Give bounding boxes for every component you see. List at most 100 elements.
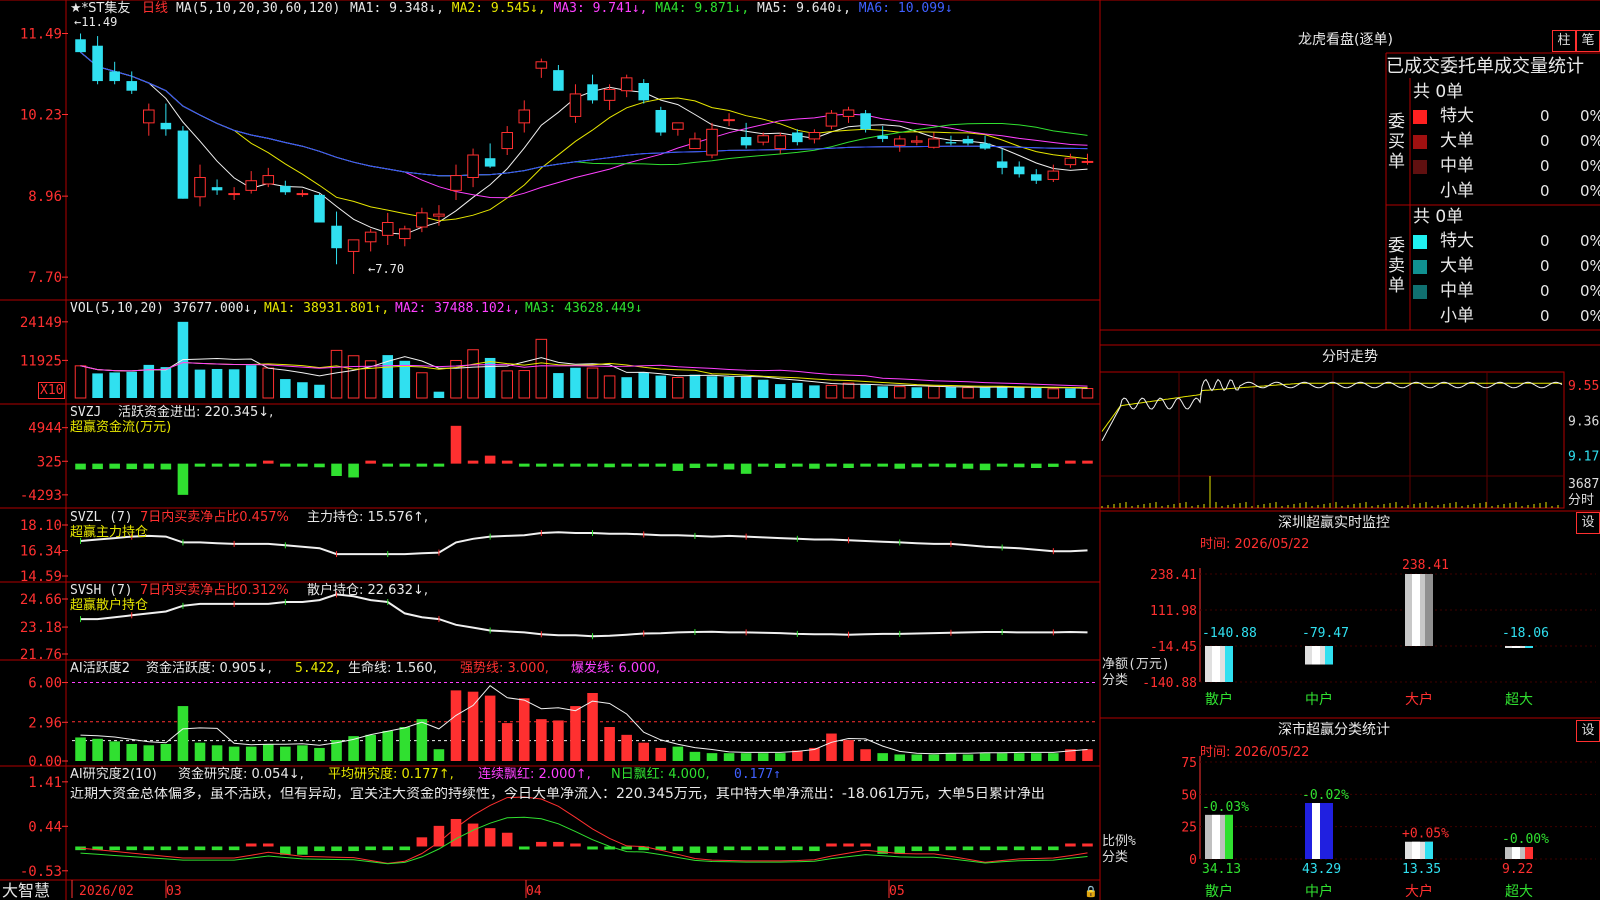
- ai1-v2: 5.422,: [295, 661, 342, 676]
- buy-row-name-2: 中单: [1440, 156, 1474, 176]
- sz-monitor-category-3: 超大: [1505, 692, 1533, 708]
- candle: [364, 231, 377, 243]
- sz-class-axis-label: 0: [1189, 853, 1197, 868]
- candle: [194, 177, 206, 198]
- fund-flow-bar: [655, 463, 667, 467]
- fund-flow-bar: [331, 463, 342, 476]
- activity-bar: [297, 745, 308, 761]
- research-bar: [587, 846, 598, 850]
- ai1-life: 生命线: 1.560,: [348, 661, 437, 676]
- buy-row-swatch-1: [1413, 135, 1427, 149]
- activity-bar: [638, 742, 650, 761]
- sz-monitor-category-2: 大户: [1405, 691, 1433, 708]
- ma-params: MA(5,10,20,30,60,120): [176, 1, 341, 16]
- svzj-axis-label: 325: [37, 454, 62, 470]
- activity-bar: [774, 753, 786, 761]
- sz-monitor-axis-label: 238.41: [1150, 568, 1197, 583]
- fund-flow-bar: [1082, 460, 1093, 464]
- buy-row-count-2: 0: [1540, 157, 1550, 175]
- fund-flow-bar: [75, 463, 86, 470]
- sz-class-settings-button[interactable]: 设: [1576, 720, 1600, 742]
- fund-flow-bar: [826, 463, 837, 467]
- research-bar: [740, 846, 752, 851]
- activity-bar: [860, 749, 871, 761]
- volume-bar: [126, 371, 138, 398]
- ai2-avg: 平均研究度: 0.177↑,: [328, 767, 454, 782]
- candle: [962, 138, 974, 144]
- activity-bar: [962, 754, 974, 761]
- research-bar: [501, 832, 513, 847]
- fund-flow-bar: [518, 463, 530, 467]
- fund-flow-bar: [450, 425, 462, 464]
- volume-bar: [109, 372, 120, 398]
- activity-bar: [655, 747, 667, 761]
- ma-label-6: MA6: 10.099↓: [858, 1, 953, 16]
- sz-class-bar-edge: [1225, 814, 1233, 859]
- svzl-hold: 主力持仓: 15.576↑,: [307, 510, 429, 525]
- svsh-axis-label: 24.66: [20, 592, 62, 608]
- fund-flow-bar: [433, 463, 445, 467]
- tick-mode-button[interactable]: 笔: [1576, 30, 1600, 52]
- activity-bar: [689, 751, 701, 761]
- volume-bar: [245, 365, 257, 398]
- period-label[interactable]: 日线: [142, 1, 168, 16]
- research-bar: [757, 846, 769, 851]
- fund-flow-bar: [843, 463, 854, 468]
- sz-monitor-bar-3: [1505, 646, 1533, 648]
- intraday-axis-label: 9.17: [1568, 450, 1599, 465]
- svsh-title: SVSH (7): [70, 583, 133, 598]
- sz-monitor-bar-edge: [1525, 646, 1533, 648]
- research-bar: [297, 846, 308, 855]
- sz-class-bar-edge: [1425, 841, 1433, 859]
- bar-mode-button[interactable]: 柱: [1552, 30, 1576, 52]
- fund-flow-bar: [245, 463, 257, 467]
- candle: [569, 93, 582, 117]
- sz-monitor-settings-button[interactable]: 设: [1576, 512, 1600, 534]
- research-bar: [1082, 843, 1093, 847]
- intraday-vol-max: 3687: [1568, 477, 1599, 492]
- activity-bar: [1082, 749, 1093, 761]
- volume-bar: [996, 386, 1008, 398]
- candle: [587, 84, 598, 101]
- candle: [792, 132, 803, 143]
- candle: [655, 110, 667, 133]
- candle: [740, 137, 752, 146]
- volume-bar: [792, 382, 803, 398]
- volume-bar: [825, 384, 838, 399]
- svzj-title: SVZJ: [70, 405, 102, 420]
- volume-bar: [347, 355, 360, 399]
- ai1-burst: 爆发线: 6.000,: [571, 661, 660, 676]
- vol-ma3: MA3: 43628.449↓: [525, 301, 643, 316]
- sell-row-name-1: 大单: [1440, 256, 1474, 276]
- ma-line-2: [80, 51, 1088, 222]
- candle: [314, 194, 325, 223]
- svsh-axis-label: 21.76: [20, 647, 62, 663]
- ai2-research: 资金研究度: 0.054↓,: [178, 767, 304, 782]
- candle: [825, 112, 838, 127]
- lock-icon[interactable]: 🔒: [1084, 885, 1098, 898]
- ai2-comment: 近期大资金总体偏多，虽不活跃，但有异动，宜关注大资金的持续性，今日大单净流入：2…: [70, 787, 1045, 802]
- candle: [808, 132, 821, 140]
- sell-row-pct-2: 0%: [1580, 282, 1600, 300]
- main-chart-area[interactable]: 11.49 10.23 8.96 7.70 24149 11925 4944 325 -4293…: [0, 0, 1600, 900]
- fund-flow-bar: [501, 460, 513, 464]
- ma-label-5: MA5: 9.640↓,: [757, 1, 859, 16]
- fund-flow-bar: [1048, 463, 1059, 467]
- ai2-axis-label: 0.44: [28, 819, 62, 835]
- research-bar: [416, 837, 428, 847]
- fund-flow-bar: [638, 463, 650, 467]
- volume-bar: [330, 349, 343, 399]
- research-bar: [962, 846, 974, 851]
- sz-monitor-bar-1: [1305, 646, 1333, 665]
- candle: [177, 130, 189, 199]
- research-bar: [399, 846, 411, 851]
- sz-class-bar-3: [1505, 847, 1533, 859]
- fund-flow-bar: [314, 463, 325, 468]
- research-bar: [689, 846, 701, 853]
- low-marker: ←7.70: [368, 262, 405, 276]
- sell-row-count-3: 0: [1540, 307, 1550, 325]
- volume-bar: [723, 376, 735, 398]
- sz-monitor-bar-0: [1205, 646, 1233, 682]
- activity-bar: [280, 746, 291, 761]
- buy-orders-label: 委买单: [1388, 112, 1405, 172]
